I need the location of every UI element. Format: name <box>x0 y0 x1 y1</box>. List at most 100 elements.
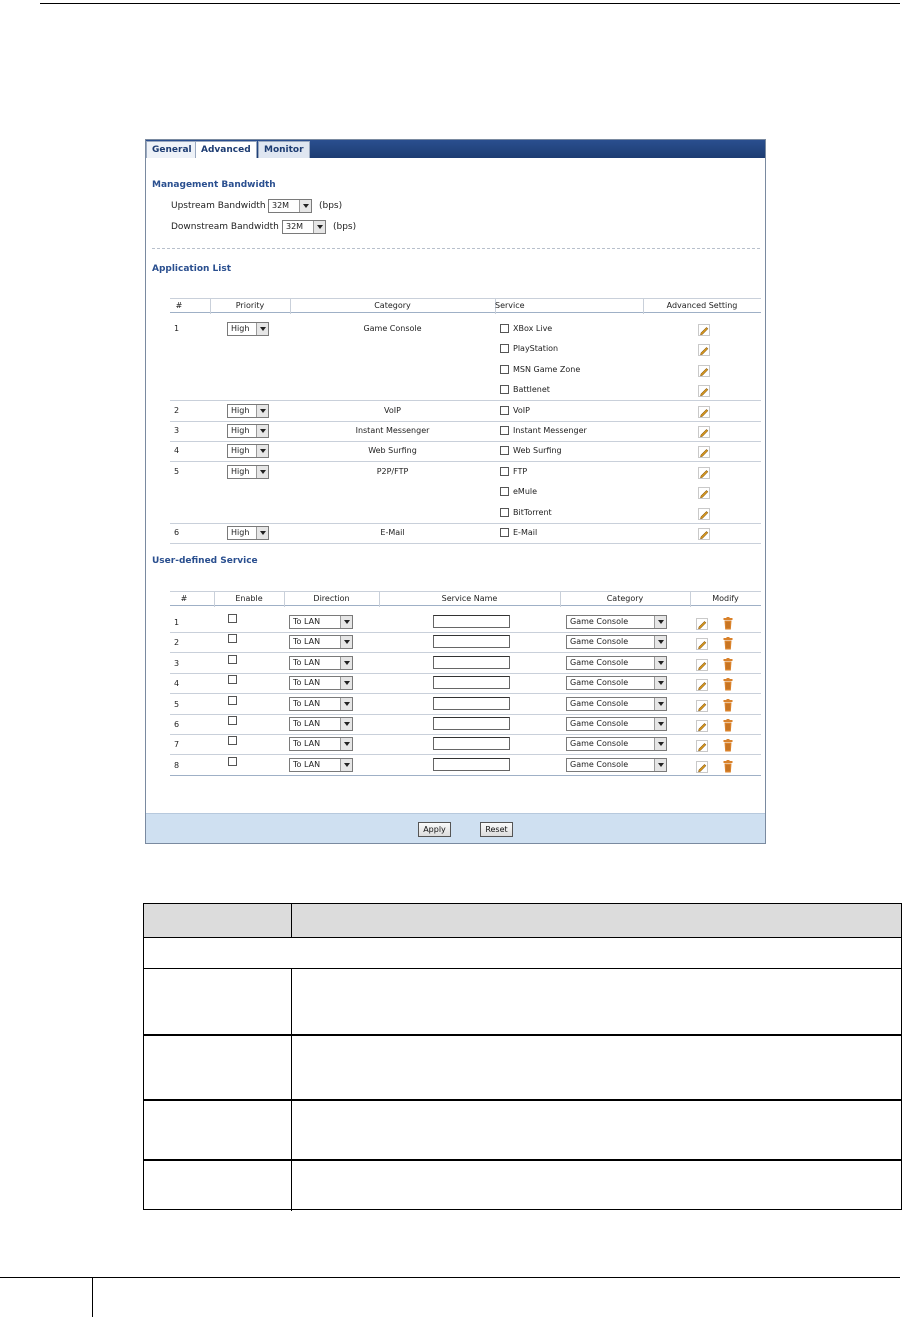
chevron-down-icon <box>340 718 352 730</box>
category-select[interactable]: Game Console <box>566 635 667 649</box>
trash-icon[interactable] <box>723 737 733 752</box>
edit-icon[interactable] <box>696 676 708 691</box>
upstream-bandwidth-select[interactable]: 32M <box>268 199 312 213</box>
trash-icon[interactable] <box>723 676 733 691</box>
edit-icon[interactable] <box>696 737 708 752</box>
chevron-down-icon <box>256 425 268 437</box>
edit-icon[interactable] <box>696 697 708 712</box>
chevron-down-icon <box>313 221 325 233</box>
enable-checkbox[interactable] <box>228 634 237 643</box>
service-checkbox[interactable] <box>500 508 509 517</box>
edit-icon[interactable] <box>696 656 708 671</box>
enable-checkbox[interactable] <box>228 696 237 705</box>
edit-icon[interactable] <box>698 382 710 397</box>
edit-icon[interactable] <box>696 758 708 773</box>
priority-select[interactable]: High <box>227 424 269 438</box>
service-name-input[interactable] <box>433 697 510 710</box>
direction-select[interactable]: To LAN <box>289 676 353 690</box>
enable-checkbox[interactable] <box>228 614 237 623</box>
direction-select[interactable]: To LAN <box>289 697 353 711</box>
row-number: 4 <box>174 446 180 455</box>
priority-select[interactable]: High <box>227 444 269 458</box>
enable-checkbox[interactable] <box>228 655 237 664</box>
enable-checkbox[interactable] <box>228 716 237 725</box>
row-divider <box>170 734 761 735</box>
service-checkbox[interactable] <box>500 426 509 435</box>
priority-value: High <box>231 446 250 455</box>
trash-icon[interactable] <box>723 656 733 671</box>
direction-select[interactable]: To LAN <box>289 717 353 731</box>
service-checkbox[interactable] <box>500 365 509 374</box>
edit-icon[interactable] <box>696 615 708 630</box>
edit-icon[interactable] <box>698 443 710 458</box>
category-select[interactable]: Game Console <box>566 615 667 629</box>
column-divider <box>291 904 292 937</box>
category-select[interactable]: Game Console <box>566 656 667 670</box>
edit-icon[interactable] <box>696 635 708 650</box>
priority-select[interactable]: High <box>227 404 269 418</box>
priority-select[interactable]: High <box>227 322 269 336</box>
category-label: Game Console <box>363 324 422 333</box>
service-name-input[interactable] <box>433 635 510 648</box>
trash-icon[interactable] <box>723 635 733 650</box>
enable-checkbox[interactable] <box>228 757 237 766</box>
service-checkbox[interactable] <box>500 446 509 455</box>
edit-icon[interactable] <box>698 403 710 418</box>
direction-select[interactable]: To LAN <box>289 615 353 629</box>
chevron-down-icon <box>654 698 666 710</box>
service-checkbox[interactable] <box>500 344 509 353</box>
service-name-input[interactable] <box>433 717 510 730</box>
category-select[interactable]: Game Console <box>566 676 667 690</box>
col-enable: Enable <box>235 594 263 603</box>
trash-icon[interactable] <box>723 615 733 630</box>
category-value: Game Console <box>570 617 629 626</box>
tab-advanced[interactable]: Advanced <box>195 141 257 158</box>
service-checkbox[interactable] <box>500 406 509 415</box>
downstream-bandwidth-select[interactable]: 32M <box>282 220 326 234</box>
direction-select[interactable]: To LAN <box>289 737 353 751</box>
category-select[interactable]: Game Console <box>566 697 667 711</box>
edit-icon[interactable] <box>698 525 710 540</box>
priority-select[interactable]: High <box>227 526 269 540</box>
chevron-down-icon <box>256 405 268 417</box>
category-select[interactable]: Game Console <box>566 737 667 751</box>
service-name-input[interactable] <box>433 656 510 669</box>
direction-select[interactable]: To LAN <box>289 635 353 649</box>
enable-checkbox[interactable] <box>228 675 237 684</box>
service-name-input[interactable] <box>433 737 510 750</box>
upstream-bandwidth-value: 32M <box>272 201 290 210</box>
edit-icon[interactable] <box>698 464 710 479</box>
category-select[interactable]: Game Console <box>566 758 667 772</box>
row-number: 5 <box>174 467 180 476</box>
edit-icon[interactable] <box>698 362 710 377</box>
edit-icon[interactable] <box>698 505 710 520</box>
service-name-input[interactable] <box>433 758 510 771</box>
service-checkbox[interactable] <box>500 324 509 333</box>
reset-button[interactable]: Reset <box>480 822 513 837</box>
tab-monitor[interactable]: Monitor <box>258 141 310 158</box>
user-defined-service-title: User-defined Service <box>152 556 258 566</box>
service-checkbox[interactable] <box>500 467 509 476</box>
trash-icon[interactable] <box>723 717 733 732</box>
service-checkbox[interactable] <box>500 487 509 496</box>
direction-select[interactable]: To LAN <box>289 656 353 670</box>
tab-general[interactable]: General <box>146 141 198 158</box>
service-checkbox[interactable] <box>500 528 509 537</box>
edit-icon[interactable] <box>698 321 710 336</box>
service-checkbox[interactable] <box>500 385 509 394</box>
apply-button[interactable]: Apply <box>418 822 451 837</box>
priority-select[interactable]: High <box>227 465 269 479</box>
edit-icon[interactable] <box>698 423 710 438</box>
edit-icon[interactable] <box>698 484 710 499</box>
service-name-input[interactable] <box>433 615 510 628</box>
trash-icon[interactable] <box>723 697 733 712</box>
edit-icon[interactable] <box>698 341 710 356</box>
edit-icon[interactable] <box>696 717 708 732</box>
table-bottom-rule <box>170 775 761 776</box>
trash-icon[interactable] <box>723 758 733 773</box>
enable-checkbox[interactable] <box>228 736 237 745</box>
category-select[interactable]: Game Console <box>566 717 667 731</box>
service-name-input[interactable] <box>433 676 510 689</box>
direction-value: To LAN <box>293 719 321 728</box>
direction-select[interactable]: To LAN <box>289 758 353 772</box>
